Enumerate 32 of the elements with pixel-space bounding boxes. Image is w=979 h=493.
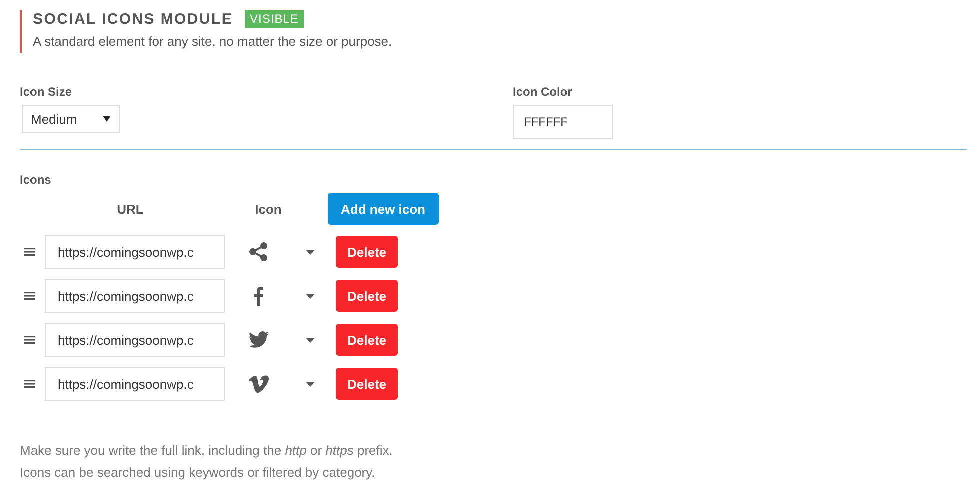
status-badge: VISIBLE — [245, 10, 304, 28]
module-description: A standard element for any site, no matter the size or purpose. — [33, 34, 394, 49]
section-label: Icons — [20, 173, 52, 187]
url-field[interactable]: https://comingsoonwp.c — [45, 279, 225, 313]
share-icon — [248, 241, 270, 263]
caret-icon[interactable] — [306, 382, 315, 386]
url-field[interactable]: https://comingsoonwp.c — [45, 235, 225, 269]
column-header: Icon — [254, 202, 283, 216]
help-text: Icons can be searched using keywords or filtered by category. — [20, 465, 376, 480]
column-header: URL — [116, 202, 145, 216]
caret-icon[interactable] — [306, 338, 315, 342]
delete-button[interactable]: Delete — [336, 368, 398, 400]
drag-handle-icon[interactable] — [24, 380, 35, 388]
delete-button[interactable]: Delete — [336, 236, 398, 268]
delete-button[interactable]: Delete — [336, 324, 398, 356]
color-field[interactable]: FFFFFF — [513, 105, 613, 139]
bird-icon — [248, 329, 270, 351]
url-field[interactable]: https://comingsoonwp.c — [45, 323, 225, 357]
url-field[interactable]: https://comingsoonwp.c — [45, 367, 225, 401]
help-text: Make sure you write the full link, including the http or https prefix. — [20, 443, 394, 458]
caret-icon[interactable] — [306, 294, 315, 298]
caret-icon[interactable] — [306, 250, 315, 254]
field-label: Icon Color — [513, 85, 574, 99]
module-title: SOCIAL ICONS MODULE — [33, 10, 234, 28]
caret-icon — [103, 116, 111, 122]
drag-handle-icon[interactable] — [24, 248, 35, 256]
drag-handle-icon[interactable] — [24, 336, 35, 344]
drag-handle-icon[interactable] — [24, 292, 35, 300]
size-dropdown[interactable]: Medium — [22, 105, 120, 133]
vimeo-icon — [248, 373, 270, 395]
field-label: Icon Size — [20, 85, 74, 99]
delete-button[interactable]: Delete — [336, 280, 398, 312]
